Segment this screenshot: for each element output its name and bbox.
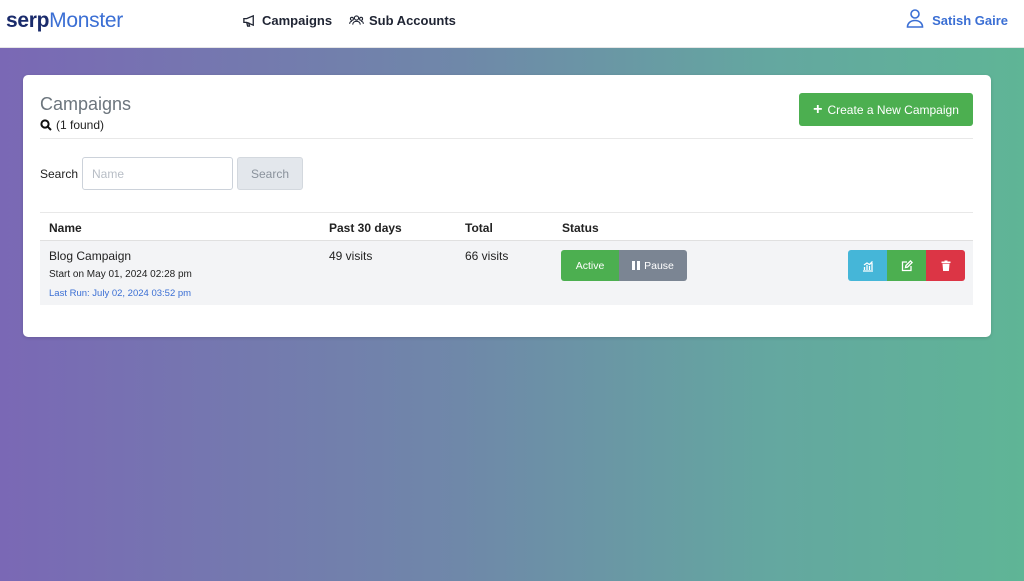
- nav-campaigns[interactable]: Campaigns: [242, 13, 332, 28]
- create-campaign-label: Create a New Campaign: [827, 102, 959, 117]
- found-text: (1 found): [56, 118, 105, 132]
- users-icon: [349, 15, 364, 25]
- campaign-past30: 49 visits: [329, 249, 373, 263]
- header-total: Total: [465, 221, 493, 235]
- status-pause-button[interactable]: Pause: [619, 250, 687, 281]
- status-toggle: Active Pause: [561, 250, 687, 281]
- found-count: (1 found): [40, 118, 104, 132]
- create-campaign-button[interactable]: + Create a New Campaign: [799, 93, 973, 126]
- logo-serp: serp: [6, 9, 50, 32]
- edit-icon: [901, 259, 913, 271]
- plus-icon: +: [813, 100, 823, 118]
- chart-icon: [862, 260, 873, 272]
- pause-icon: [632, 261, 641, 270]
- header-name: Name: [49, 221, 82, 235]
- nav-campaigns-label: Campaigns: [262, 13, 333, 28]
- logo[interactable]: serpMonster: [6, 9, 123, 33]
- divider: [40, 138, 973, 139]
- table-header: Name Past 30 days Total Status: [40, 212, 973, 241]
- stats-button[interactable]: [848, 250, 887, 281]
- campaigns-table: Name Past 30 days Total Status Blog Camp…: [40, 212, 973, 305]
- megaphone-icon: [243, 14, 254, 27]
- header-past30: Past 30 days: [329, 221, 402, 235]
- campaign-name[interactable]: Blog Campaign: [49, 249, 131, 263]
- search-button[interactable]: Search: [237, 157, 303, 190]
- top-navbar: serpMonster Campaigns Sub Accounts Satis…: [0, 0, 1024, 48]
- campaign-last-run: Last Run: July 02, 2024 03:52 pm: [49, 288, 192, 299]
- edit-button[interactable]: [887, 250, 926, 281]
- campaign-total: 66 visits: [465, 249, 509, 263]
- search-icon: [40, 119, 52, 131]
- campaign-start: Start on May 01, 2024 02:28 pm: [49, 269, 192, 280]
- table-row: Blog Campaign Start on May 01, 2024 02:2…: [40, 241, 973, 305]
- status-pause-label: Pause: [644, 259, 674, 272]
- page-title: Campaigns: [40, 94, 132, 114]
- nav-sub-accounts-label: Sub Accounts: [369, 13, 456, 28]
- user-menu[interactable]: Satish Gaire: [906, 8, 1008, 28]
- delete-button[interactable]: [926, 250, 965, 281]
- nav-sub-accounts[interactable]: Sub Accounts: [349, 13, 456, 28]
- user-icon: [906, 9, 924, 28]
- user-name: Satish Gaire: [932, 12, 1008, 28]
- row-actions: [848, 250, 965, 281]
- campaigns-card: Campaigns (1 found) + Create a New Campa…: [23, 75, 991, 337]
- search-label: Search: [40, 167, 79, 181]
- search-input[interactable]: [82, 157, 233, 190]
- status-active-button[interactable]: Active: [561, 250, 619, 281]
- trash-icon: [941, 260, 950, 271]
- logo-monster: Monster: [49, 9, 123, 32]
- header-status: Status: [562, 221, 599, 235]
